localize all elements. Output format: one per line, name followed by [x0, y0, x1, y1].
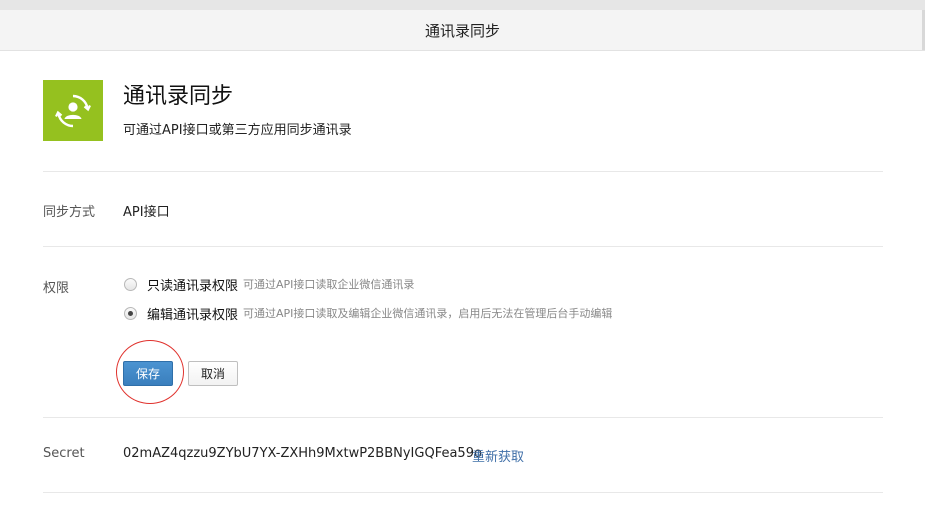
sync-method-value: API接口	[123, 205, 170, 220]
app-description: 可通过API接口或第三方应用同步通讯录	[123, 123, 352, 138]
contact-sync-icon	[43, 80, 103, 141]
save-button[interactable]: 保存	[123, 361, 173, 386]
divider	[43, 246, 883, 247]
divider	[43, 492, 883, 493]
radio-button[interactable]	[124, 277, 137, 291]
secret-value: 02mAZ4qzzu9ZYbU7YX-ZXHh9MxtwP2BBNyIGQFea…	[123, 446, 482, 461]
radio-edit-permission[interactable]: 编辑通讯录权限 可通过API接口读取及编辑企业微信通讯录，启用后无法在管理后台手…	[124, 304, 613, 323]
refresh-secret-link[interactable]: 重新获取	[472, 446, 524, 465]
radio-label[interactable]: 只读通讯录权限	[147, 275, 238, 294]
cancel-button[interactable]: 取消	[188, 361, 238, 386]
sync-method-label: 同步方式	[43, 205, 96, 220]
contact-sync-glyph	[55, 94, 91, 127]
app-title: 通讯录同步	[123, 84, 234, 109]
radio-button-checked[interactable]	[124, 306, 137, 320]
divider	[43, 417, 883, 418]
radio-readonly-permission[interactable]: 只读通讯录权限 可通过API接口读取企业微信通讯录	[124, 275, 415, 294]
secret-label: Secret	[43, 446, 85, 461]
page-header: 通讯录同步	[0, 10, 925, 51]
radio-hint: 可通过API接口读取及编辑企业微信通讯录，启用后无法在管理后台手动编辑	[243, 307, 613, 320]
page-title: 通讯录同步	[424, 21, 500, 40]
radio-hint: 可通过API接口读取企业微信通讯录	[243, 278, 415, 291]
radio-label[interactable]: 编辑通讯录权限	[147, 304, 238, 323]
divider	[43, 171, 883, 172]
permission-label: 权限	[43, 281, 70, 296]
window-top-strip	[0, 0, 925, 10]
